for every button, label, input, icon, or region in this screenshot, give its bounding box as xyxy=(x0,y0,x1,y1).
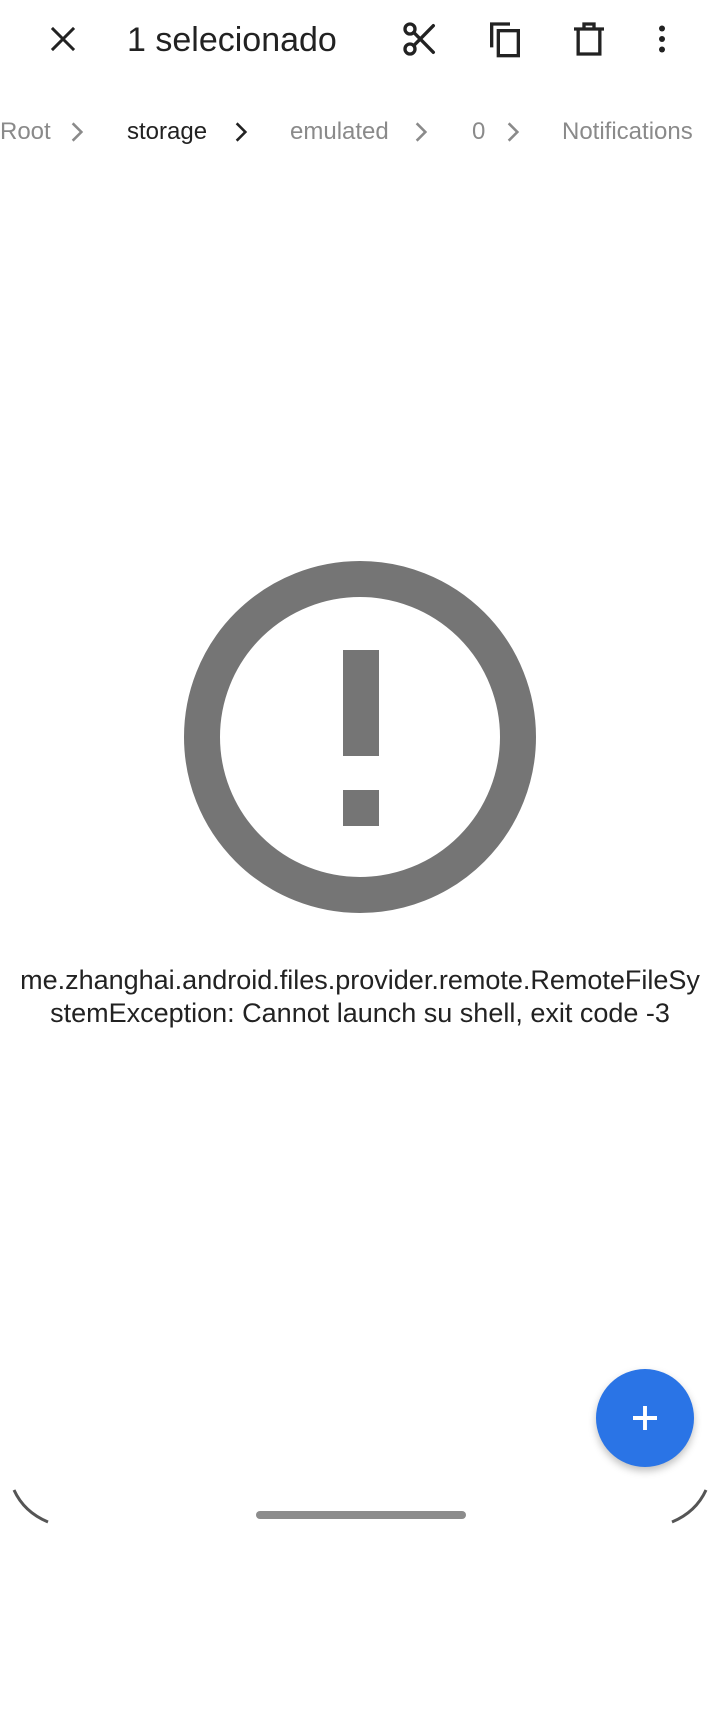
plus-icon xyxy=(633,1406,657,1430)
chevron-right-icon xyxy=(71,122,84,142)
error-outline-icon xyxy=(184,561,536,913)
more-vertical-icon xyxy=(659,25,665,53)
breadcrumb-item-emulated[interactable]: emulated xyxy=(290,116,389,148)
home-gesture-bar[interactable] xyxy=(256,1511,466,1519)
copy-button[interactable] xyxy=(473,7,537,71)
close-icon xyxy=(50,26,76,52)
screen-corner-right xyxy=(671,1489,708,1524)
breadcrumb-item-root[interactable]: Root xyxy=(0,116,51,148)
file-manager-screen: 1 selecionado Root storage emulated 0 No… xyxy=(0,0,720,1712)
chevron-right-icon xyxy=(507,122,520,142)
selection-count-title: 1 selecionado xyxy=(127,21,337,59)
breadcrumb-item-0[interactable]: 0 xyxy=(472,116,485,148)
breadcrumb-item-notifications[interactable]: Notifications xyxy=(562,116,693,148)
error-message: me.zhanghai.android.files.provider.remot… xyxy=(20,965,700,1028)
close-selection-button[interactable] xyxy=(31,7,95,71)
chevron-right-icon xyxy=(235,122,248,142)
breadcrumb: Root storage emulated 0 Notifications xyxy=(0,100,720,164)
delete-button[interactable] xyxy=(557,7,621,71)
scissors-icon xyxy=(403,22,435,56)
add-fab-button[interactable] xyxy=(596,1369,694,1467)
screen-corner-left xyxy=(12,1489,49,1524)
selection-action-bar: 1 selecionado xyxy=(0,0,720,80)
chevron-right-icon xyxy=(415,122,428,142)
breadcrumb-item-storage[interactable]: storage xyxy=(127,116,207,148)
cut-button[interactable] xyxy=(388,7,452,71)
trash-icon xyxy=(574,22,604,56)
copy-icon xyxy=(490,22,520,58)
more-options-button[interactable] xyxy=(630,7,694,71)
